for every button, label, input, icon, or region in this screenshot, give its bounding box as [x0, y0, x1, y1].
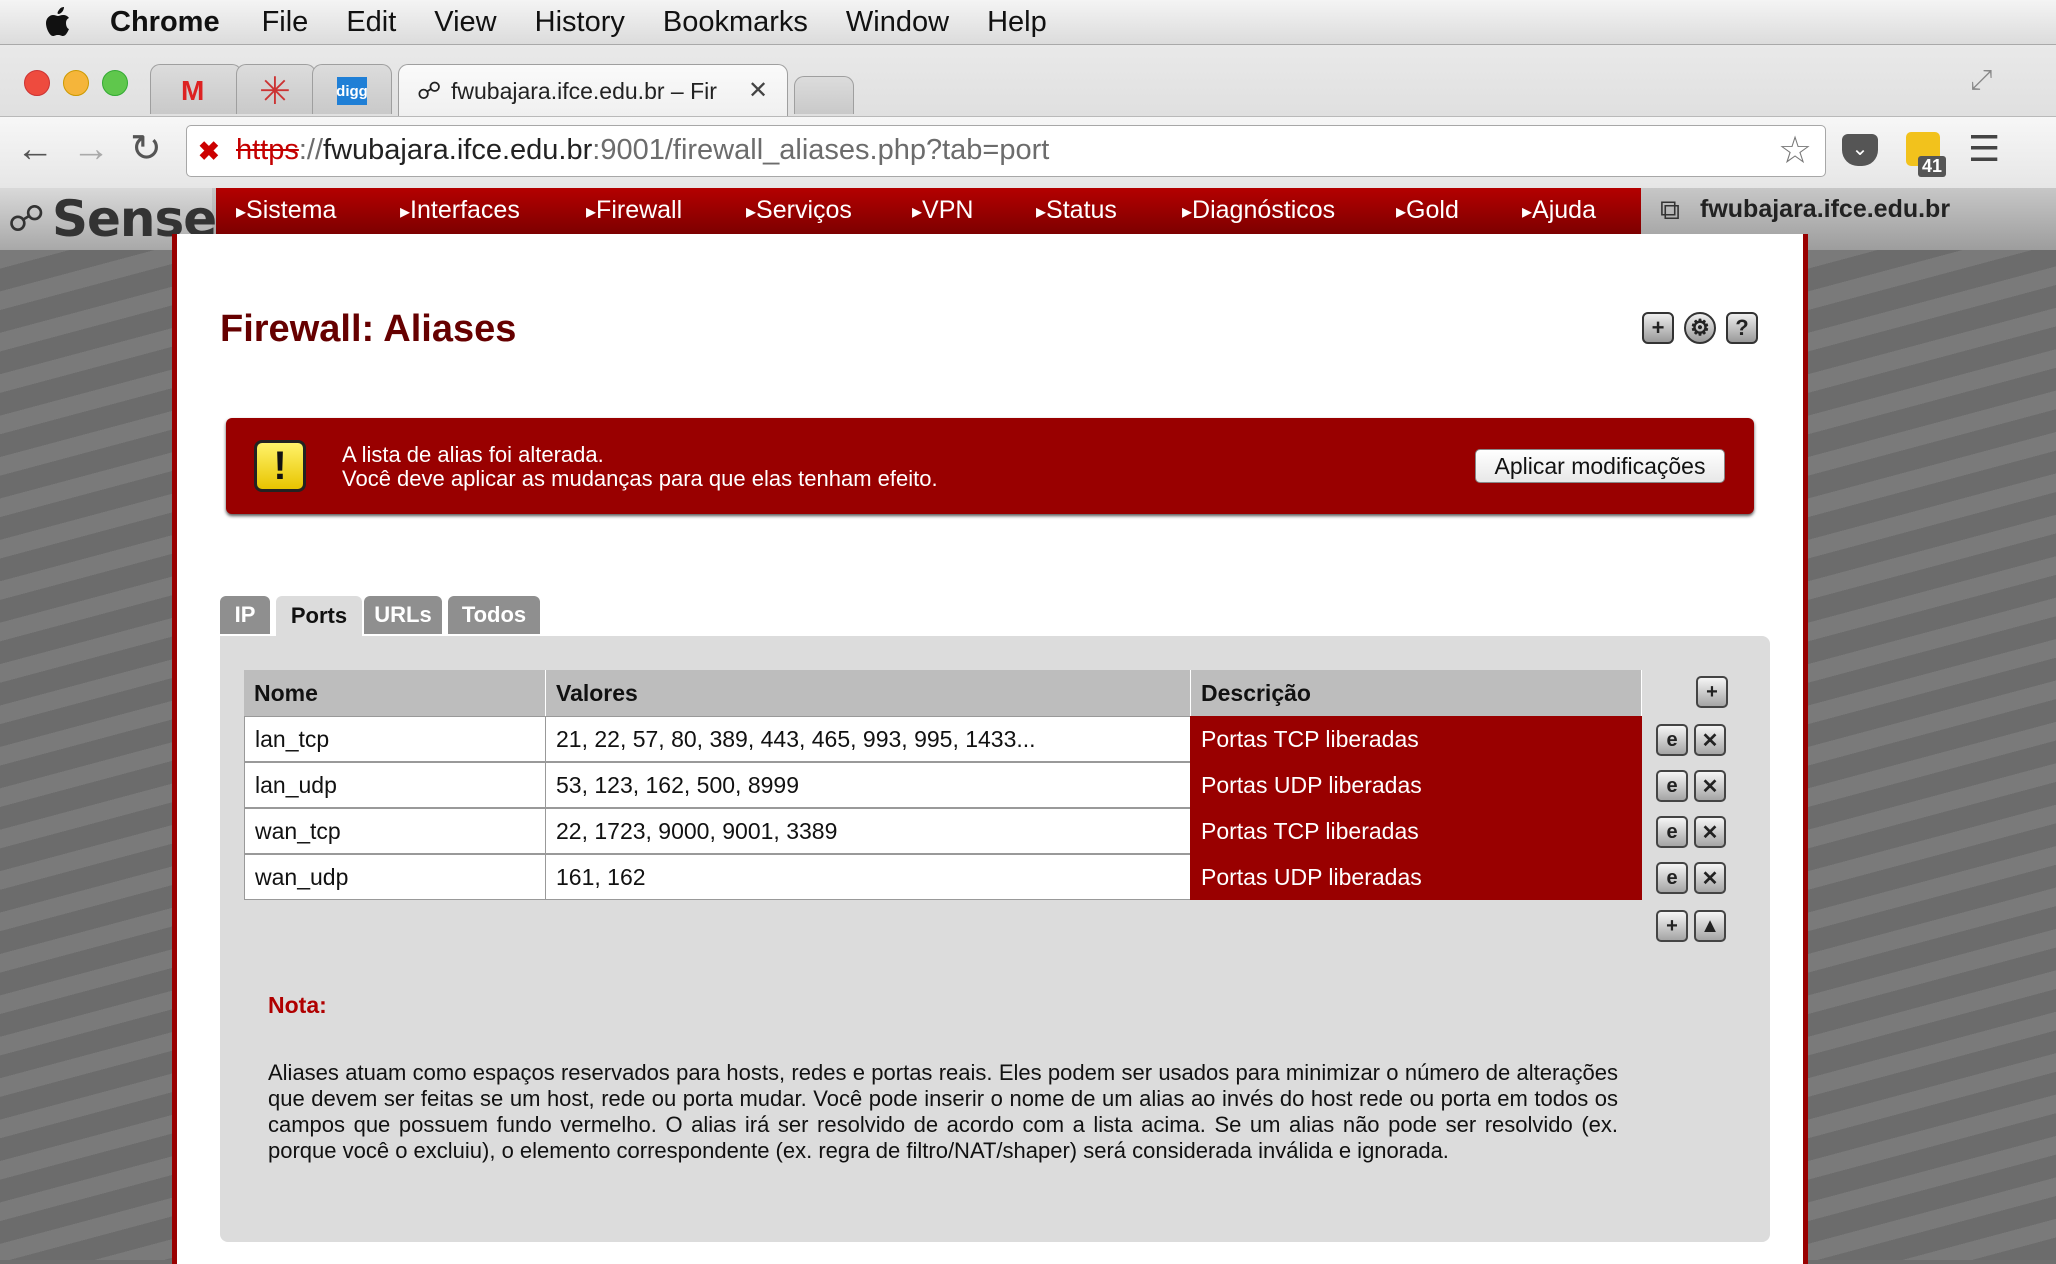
- digg-icon: digg: [336, 77, 368, 105]
- edit-alias-icon[interactable]: e: [1656, 862, 1688, 894]
- table-cell-description[interactable]: Portas TCP liberadas: [1190, 808, 1642, 854]
- nav-servicos[interactable]: Serviços: [746, 196, 852, 225]
- menu-view[interactable]: View: [434, 6, 496, 39]
- edit-alias-icon[interactable]: e: [1656, 770, 1688, 802]
- table-cell-values[interactable]: 21, 22, 57, 80, 389, 443, 465, 993, 995,…: [545, 716, 1191, 762]
- add-widget-icon[interactable]: +: [1642, 312, 1674, 344]
- page-background-left: [0, 250, 172, 1260]
- nav-vpn[interactable]: VPN: [912, 196, 973, 225]
- extension-badge: 41: [1918, 156, 1947, 177]
- column-header-nome: Nome: [244, 670, 546, 716]
- menu-help[interactable]: Help: [987, 6, 1047, 39]
- menu-bookmarks[interactable]: Bookmarks: [663, 6, 808, 39]
- table-cell-description[interactable]: Portas TCP liberadas: [1190, 716, 1642, 762]
- table-cell-values[interactable]: 161, 162: [545, 854, 1191, 900]
- nav-interfaces[interactable]: Interfaces: [400, 196, 520, 225]
- tab-ports[interactable]: Ports: [276, 596, 362, 636]
- page-background-right: [1808, 250, 2056, 1260]
- nav-gold[interactable]: Gold: [1396, 196, 1459, 225]
- delete-alias-icon[interactable]: ✕: [1694, 816, 1726, 848]
- new-tab-button[interactable]: [794, 76, 854, 114]
- reload-icon[interactable]: ↻: [130, 126, 162, 171]
- insecure-lock-icon: ✖: [198, 136, 220, 166]
- bookmark-star-icon[interactable]: ☆: [1778, 128, 1812, 173]
- tab-gmail[interactable]: M: [150, 64, 242, 114]
- asterisk-icon: ✳: [259, 71, 291, 113]
- settings-gear-icon[interactable]: ⚙: [1684, 312, 1716, 344]
- menu-edit[interactable]: Edit: [346, 6, 396, 39]
- macos-menu-bar: Chrome File Edit View History Bookmarks …: [0, 0, 2056, 45]
- pfsense-favicon-icon: ☍: [417, 78, 442, 105]
- pocket-icon[interactable]: ⌄: [1842, 134, 1878, 166]
- url-host: fwubajara.ifce.edu.br: [323, 134, 593, 166]
- delete-alias-icon[interactable]: ✕: [1694, 862, 1726, 894]
- page-title: Firewall: Aliases: [220, 308, 517, 350]
- forward-icon[interactable]: →: [72, 128, 110, 171]
- url-separator: ://: [298, 134, 324, 166]
- import-alias-icon[interactable]: ▲: [1694, 910, 1726, 942]
- column-header-descricao: Descrição: [1191, 670, 1642, 716]
- tab-ip[interactable]: IP: [220, 596, 270, 634]
- add-alias-icon[interactable]: +: [1696, 676, 1728, 708]
- alert-message-line1: A lista de alias foi alterada.: [342, 442, 604, 467]
- hostname-label: fwubajara.ifce.edu.br: [1700, 195, 1951, 223]
- url-scheme: https: [236, 134, 299, 166]
- nav-diagnosticos[interactable]: Diagnósticos: [1182, 196, 1335, 225]
- apply-changes-button[interactable]: Aplicar modificações: [1475, 449, 1725, 483]
- table-cell-values[interactable]: 22, 1723, 9000, 9001, 3389: [545, 808, 1191, 854]
- table-cell-description[interactable]: Portas UDP liberadas: [1190, 762, 1642, 808]
- table-cell-name[interactable]: lan_tcp: [244, 716, 546, 762]
- edit-alias-icon[interactable]: e: [1656, 724, 1688, 756]
- gmail-icon: M: [181, 75, 205, 106]
- note-label: Nota:: [268, 992, 327, 1018]
- table-cell-name[interactable]: wan_tcp: [244, 808, 546, 854]
- zoom-window-button[interactable]: [102, 70, 128, 96]
- warning-icon: !: [254, 440, 306, 492]
- url-text: https://fwubajara.ifce.edu.br:9001/firew…: [236, 134, 1049, 167]
- back-icon[interactable]: ←: [16, 128, 54, 171]
- apple-icon[interactable]: [38, 3, 76, 41]
- nav-firewall[interactable]: Firewall: [586, 196, 682, 225]
- help-icon[interactable]: ?: [1726, 312, 1758, 344]
- table-cell-name[interactable]: lan_udp: [244, 762, 546, 808]
- tab-title: fwubajara.ifce.edu.br – Fir: [451, 78, 717, 104]
- menu-app-chrome[interactable]: Chrome: [110, 6, 220, 39]
- note-text: Aliases atuam como espaços reservados pa…: [268, 1060, 1618, 1163]
- delete-alias-icon[interactable]: ✕: [1694, 770, 1726, 802]
- url-path: :9001/firewall_aliases.php?tab=port: [592, 134, 1050, 166]
- tab-asterisk[interactable]: ✳: [236, 64, 316, 114]
- menu-history[interactable]: History: [535, 6, 625, 39]
- host-network-icon: ⧉: [1660, 194, 1680, 225]
- pfsense-logo-mark-icon: ☍: [8, 198, 45, 239]
- tab-todos[interactable]: Todos: [448, 596, 540, 634]
- tab-urls[interactable]: URLs: [364, 596, 442, 634]
- nav-sistema[interactable]: Sistema: [236, 196, 336, 225]
- table-cell-description[interactable]: Portas UDP liberadas: [1190, 854, 1642, 900]
- edit-alias-icon[interactable]: e: [1656, 816, 1688, 848]
- tab-close-icon[interactable]: ✕: [748, 76, 768, 105]
- menu-window[interactable]: Window: [846, 6, 949, 39]
- alert-message-line2: Você deve aplicar as mudanças para que e…: [342, 466, 938, 491]
- minimize-window-button[interactable]: [63, 70, 89, 96]
- column-header-valores: Valores: [546, 670, 1191, 716]
- tab-digg[interactable]: digg: [312, 64, 392, 114]
- add-alias-bottom-icon[interactable]: +: [1656, 910, 1688, 942]
- table-cell-name[interactable]: wan_udp: [244, 854, 546, 900]
- nav-status[interactable]: Status: [1036, 196, 1117, 225]
- close-window-button[interactable]: [24, 70, 50, 96]
- table-cell-values[interactable]: 53, 123, 162, 500, 8999: [545, 762, 1191, 808]
- chrome-menu-icon[interactable]: ☰: [1968, 128, 2000, 170]
- delete-alias-icon[interactable]: ✕: [1694, 724, 1726, 756]
- menu-file[interactable]: File: [262, 6, 309, 39]
- fullscreen-icon[interactable]: ⤢: [1970, 64, 1992, 97]
- nav-ajuda[interactable]: Ajuda: [1522, 196, 1596, 225]
